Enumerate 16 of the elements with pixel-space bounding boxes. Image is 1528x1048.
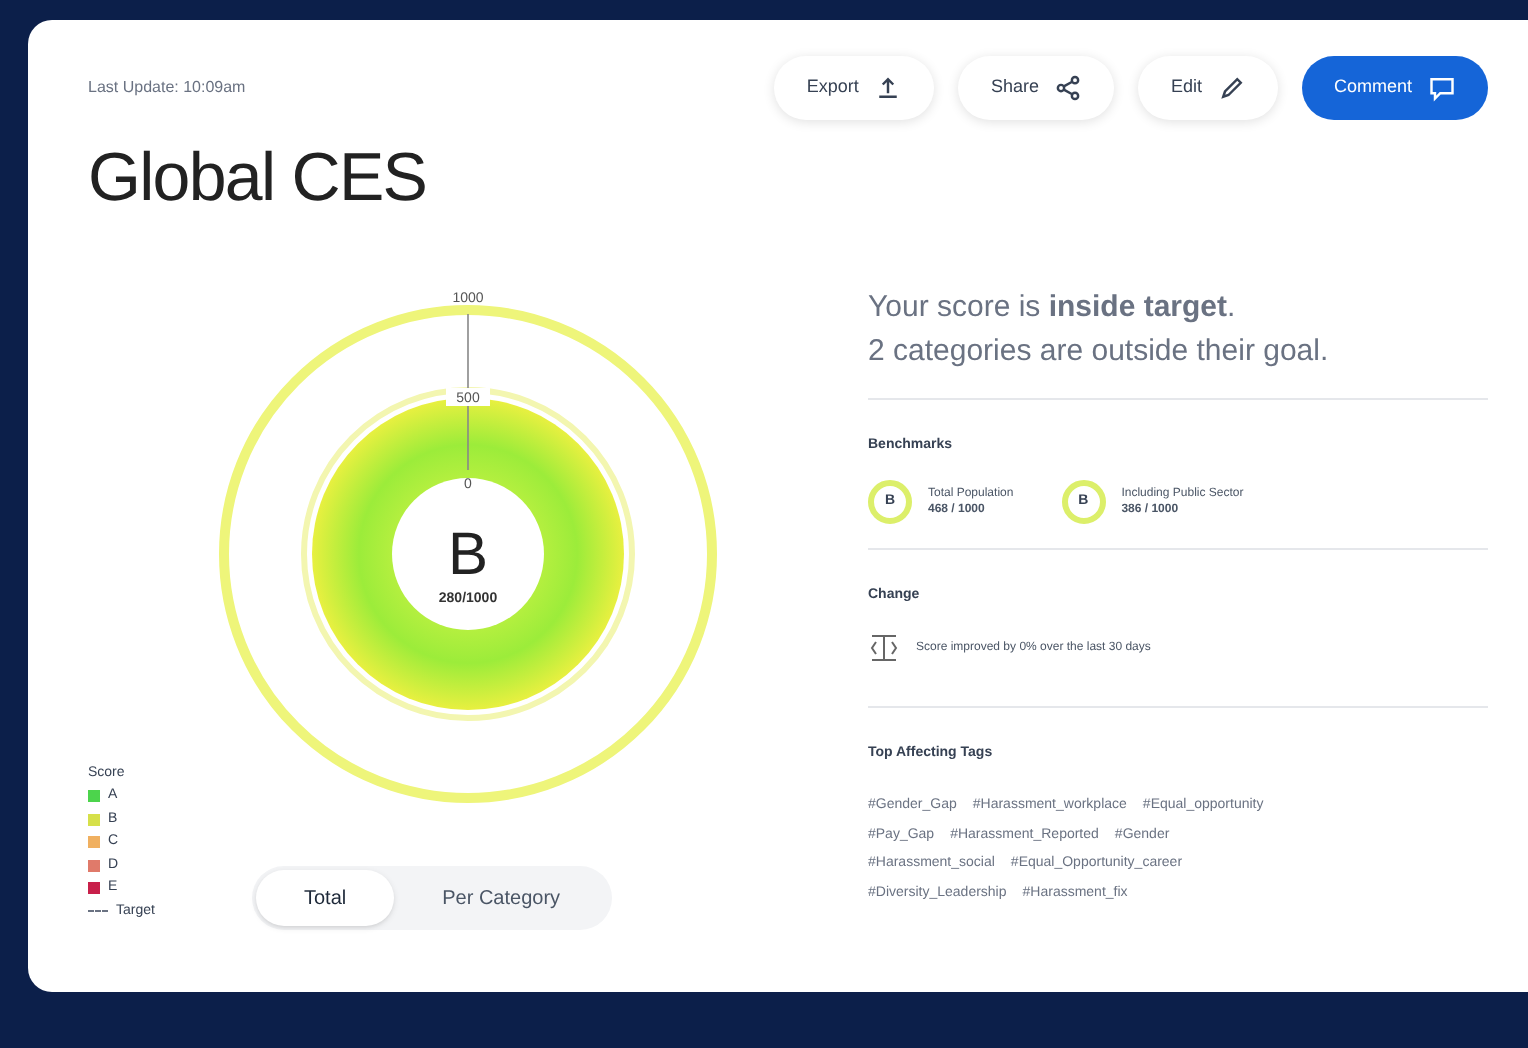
action-button[interactable]: Share <box>958 56 1115 120</box>
page-title: Global CES <box>88 138 429 220</box>
toggle-tab[interactable]: Total <box>256 870 395 926</box>
dashed-line-icon <box>88 910 108 913</box>
upload-icon <box>874 74 903 102</box>
last-update-text: Last Update: 10:09am <box>88 76 246 100</box>
toggle-tab[interactable]: Per Category <box>394 870 609 926</box>
categories-summary: 2 categories are outside their goal. <box>868 332 1331 372</box>
change-icon <box>868 630 900 666</box>
action-button[interactable]: Edit <box>1138 56 1278 120</box>
primary-action-button[interactable]: Comment <box>1301 56 1488 120</box>
share-icon <box>1054 74 1083 102</box>
score-summary: Your score is inside target. <box>868 288 1238 328</box>
pencil-icon <box>1217 74 1246 102</box>
action-button[interactable]: Export <box>774 56 935 120</box>
speech-bubble-icon <box>1428 74 1456 102</box>
